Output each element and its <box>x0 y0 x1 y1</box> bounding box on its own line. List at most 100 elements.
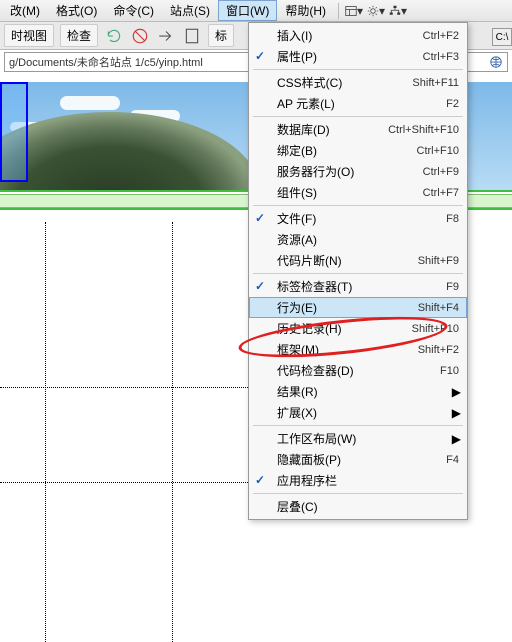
menu-item[interactable]: 扩展(X)▶ <box>249 402 467 423</box>
menu-item-shortcut: Ctrl+F9 <box>423 166 459 178</box>
menu-window[interactable]: 窗口(W) <box>218 0 277 21</box>
menu-item-label: 历史记录(H) <box>277 320 412 337</box>
menu-item-label: 工作区布局(W) <box>277 430 459 447</box>
menu-item[interactable]: 绑定(B)Ctrl+F10 <box>249 140 467 161</box>
menu-item[interactable]: 历史记录(H)Shift+F10 <box>249 318 467 339</box>
menu-item-label: 代码片断(N) <box>277 252 418 269</box>
menu-item[interactable]: 行为(E)Shift+F4 <box>249 297 467 318</box>
menu-item-label: 数据库(D) <box>277 121 388 138</box>
submenu-arrow-icon: ▶ <box>452 385 461 399</box>
separator <box>338 3 339 19</box>
menu-modify[interactable]: 改(M) <box>2 0 48 21</box>
menu-item-label: 属性(P) <box>277 48 423 65</box>
menu-item-label: 结果(R) <box>277 383 459 400</box>
hill-image <box>0 112 260 192</box>
menu-item-shortcut: F10 <box>440 365 459 377</box>
menu-item-shortcut: Ctrl+Shift+F10 <box>388 124 459 136</box>
selection-handle[interactable] <box>0 82 28 182</box>
menu-item-label: 标签检查器(T) <box>277 278 446 295</box>
menu-item-label: 行为(E) <box>277 299 418 316</box>
menu-item[interactable]: ✓ 文件(F)F8 <box>249 208 467 229</box>
menu-item[interactable]: 插入(I)Ctrl+F2 <box>249 25 467 46</box>
menu-item[interactable]: 隐藏面板(P)F4 <box>249 449 467 470</box>
menu-item-shortcut: Ctrl+F3 <box>423 51 459 63</box>
globe-icon[interactable] <box>489 55 503 69</box>
menu-item[interactable]: 代码片断(N)Shift+F9 <box>249 250 467 271</box>
menu-item[interactable]: CSS样式(C)Shift+F11 <box>249 72 467 93</box>
menu-item-shortcut: Ctrl+F10 <box>417 145 460 157</box>
menu-item-shortcut: Shift+F4 <box>418 302 459 314</box>
menu-item[interactable]: 工作区布局(W)▶ <box>249 428 467 449</box>
menu-separator <box>253 69 463 70</box>
menu-item-shortcut: F2 <box>446 98 459 110</box>
doc-icon[interactable] <box>182 26 202 46</box>
menu-item[interactable]: 组件(S)Ctrl+F7 <box>249 182 467 203</box>
menu-item[interactable]: 资源(A) <box>249 229 467 250</box>
layout-icon[interactable]: ▾ <box>345 3 363 19</box>
menu-item-label: 扩展(X) <box>277 404 459 421</box>
menu-site[interactable]: 站点(S) <box>162 0 218 21</box>
menu-item-label: 隐藏面板(P) <box>277 451 446 468</box>
menu-separator <box>253 116 463 117</box>
table-border <box>0 387 250 388</box>
menu-item-label: CSS样式(C) <box>277 74 412 91</box>
menu-item[interactable]: 框架(M)Shift+F2 <box>249 339 467 360</box>
menu-separator <box>253 205 463 206</box>
check-icon: ✓ <box>255 49 265 63</box>
nav-icon[interactable] <box>156 26 176 46</box>
table-border <box>0 482 250 483</box>
menu-item-label: AP 元素(L) <box>277 95 446 112</box>
menu-separator <box>253 273 463 274</box>
inspect-button[interactable]: 检查 <box>60 24 98 47</box>
check-icon: ✓ <box>255 473 265 487</box>
menu-item-label: 代码检查器(D) <box>277 362 440 379</box>
menu-item-shortcut: F9 <box>446 281 459 293</box>
menu-item-shortcut: Shift+F11 <box>412 77 459 89</box>
file-tab[interactable]: C:\ <box>492 28 512 46</box>
menu-item[interactable]: AP 元素(L)F2 <box>249 93 467 114</box>
check-icon: ✓ <box>255 279 265 293</box>
menu-item-label: 应用程序栏 <box>277 472 459 489</box>
menu-commands[interactable]: 命令(C) <box>105 0 162 21</box>
menu-item-label: 层叠(C) <box>277 498 459 515</box>
menu-item-shortcut: F4 <box>446 454 459 466</box>
stop-icon[interactable] <box>130 26 150 46</box>
menu-item[interactable]: ✓ 应用程序栏 <box>249 470 467 491</box>
refresh-icon[interactable] <box>104 26 124 46</box>
menu-item-label: 服务器行为(O) <box>277 163 423 180</box>
menu-item[interactable]: 层叠(C) <box>249 496 467 517</box>
menu-separator <box>253 425 463 426</box>
submenu-arrow-icon: ▶ <box>452 406 461 420</box>
menu-help[interactable]: 帮助(H) <box>277 0 334 21</box>
menu-item-shortcut: Shift+F2 <box>418 344 459 356</box>
menu-item-shortcut: Shift+F9 <box>418 255 459 267</box>
menu-item-label: 文件(F) <box>277 210 446 227</box>
tag-button[interactable]: 标 <box>208 24 234 47</box>
menu-item[interactable]: ✓ 属性(P)Ctrl+F3 <box>249 46 467 67</box>
menu-item-label: 框架(M) <box>277 341 418 358</box>
menu-item-label: 组件(S) <box>277 184 423 201</box>
table-border <box>45 222 46 642</box>
gear-icon[interactable]: ▾ <box>367 3 385 19</box>
menu-item-shortcut: Ctrl+F2 <box>423 30 459 42</box>
check-icon: ✓ <box>255 211 265 225</box>
menu-item[interactable]: 代码检查器(D)F10 <box>249 360 467 381</box>
submenu-arrow-icon: ▶ <box>452 432 461 446</box>
table-border <box>172 222 173 642</box>
live-view-button[interactable]: 时视图 <box>4 24 54 47</box>
menu-format[interactable]: 格式(O) <box>48 0 105 21</box>
menu-item[interactable]: ✓ 标签检查器(T)F9 <box>249 276 467 297</box>
window-menu-dropdown: 插入(I)Ctrl+F2✓属性(P)Ctrl+F3CSS样式(C)Shift+F… <box>248 22 468 520</box>
menu-item[interactable]: 结果(R)▶ <box>249 381 467 402</box>
menu-item[interactable]: 数据库(D)Ctrl+Shift+F10 <box>249 119 467 140</box>
address-path: g/Documents/未命名站点 1/c5/yinp.html <box>9 54 203 70</box>
sitemap-icon[interactable]: ▾ <box>389 3 407 19</box>
menu-separator <box>253 493 463 494</box>
menu-item-shortcut: Shift+F10 <box>412 323 459 335</box>
menu-item-shortcut: Ctrl+F7 <box>423 187 459 199</box>
menu-item-shortcut: F8 <box>446 213 459 225</box>
menu-item[interactable]: 服务器行为(O)Ctrl+F9 <box>249 161 467 182</box>
menu-item-label: 资源(A) <box>277 231 459 248</box>
menu-item-label: 绑定(B) <box>277 142 417 159</box>
menu-item-label: 插入(I) <box>277 27 423 44</box>
